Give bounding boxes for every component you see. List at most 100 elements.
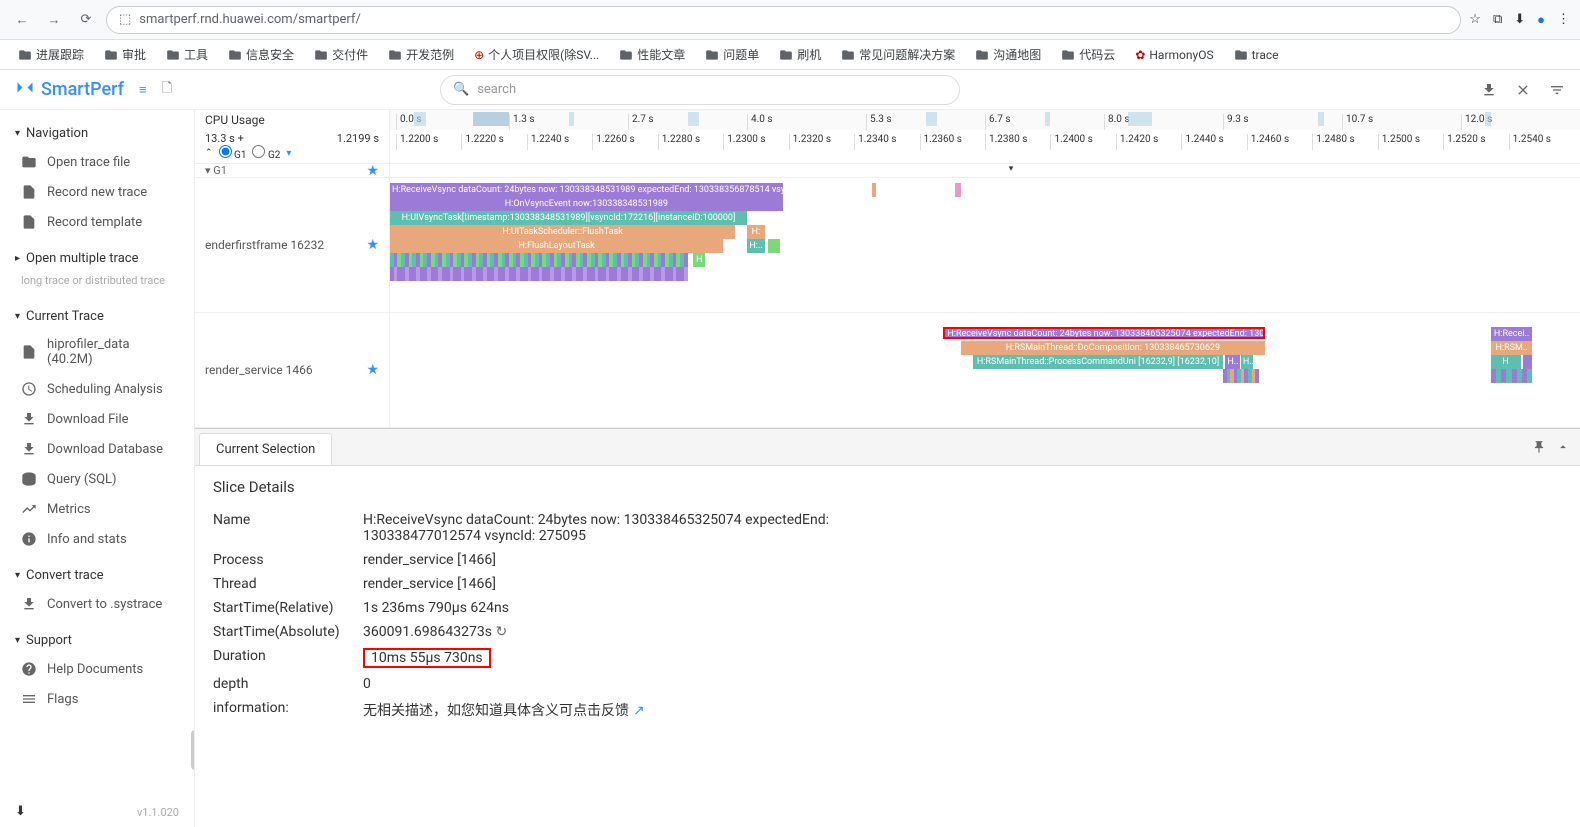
nav-download-db[interactable]: Download Database: [15, 434, 179, 464]
bookmark-item[interactable]: ⊕个人项目权限(除SV...: [466, 42, 607, 67]
bookmark-item[interactable]: 开发范例: [380, 42, 462, 67]
nav-section-convert[interactable]: Convert trace: [15, 562, 179, 589]
trace-slice[interactable]: H:Recei..: [1491, 327, 1533, 341]
filter-icon[interactable]: [1549, 82, 1565, 98]
trace-slice[interactable]: H:RSMainThread::ProcessCommandUni [16232…: [973, 355, 1223, 369]
site-info-icon[interactable]: ⬚: [119, 12, 131, 27]
trace-slice[interactable]: H:UIVsyncTask[timestamp:130338348531989]…: [390, 211, 747, 225]
trace-slice[interactable]: H:ReceiveVsync dataCount: 24bytes now: 1…: [390, 183, 783, 197]
trace-slice[interactable]: H..: [1225, 355, 1239, 369]
detail-startrel-key: StartTime(Relative): [213, 600, 363, 616]
bookmark-item[interactable]: 代码云: [1053, 42, 1123, 67]
url-text: smartperf.rnd.huawei.com/smartperf/: [139, 12, 361, 27]
bookmark-item[interactable]: 工具: [158, 42, 216, 67]
detail-startabs-val: 360091.698643273s ↻: [363, 624, 883, 640]
time-header[interactable]: 13.3 s +1.2199 s ⌃ G1 G2 ▾ 1.2200 s 1.22…: [195, 130, 1580, 164]
group-g1-row[interactable]: ▾ G1★ ▾: [195, 164, 1580, 178]
process-row-enderfirstframe[interactable]: enderfirstframe 16232★ H:ReceiveVsync da…: [195, 178, 1580, 313]
back-button[interactable]: ←: [10, 8, 34, 32]
download-icon[interactable]: [1481, 82, 1497, 98]
expand-icon[interactable]: [1556, 440, 1570, 454]
detail-startrel-val: 1s 236ms 790μs 624ns: [363, 600, 883, 616]
nav-section-current[interactable]: Current Trace: [15, 303, 179, 330]
address-bar[interactable]: ⬚ smartperf.rnd.huawei.com/smartperf/: [106, 6, 1461, 34]
search-input[interactable]: 🔍 search: [440, 75, 960, 105]
pin-icon[interactable]: [1532, 440, 1546, 454]
trace-slice[interactable]: [768, 239, 780, 253]
chevron-down-icon[interactable]: ▾: [286, 148, 291, 159]
bookmark-item[interactable]: 沟通地图: [967, 42, 1049, 67]
bookmark-item[interactable]: ✿HarmonyOS: [1127, 44, 1221, 66]
menu-toggle-icon[interactable]: ≡: [139, 82, 147, 98]
star-icon[interactable]: ★: [366, 163, 379, 179]
trace-slice[interactable]: H: [693, 253, 705, 267]
version-label: v1.1.020: [137, 806, 179, 819]
nav-record-template[interactable]: Record template: [15, 207, 179, 237]
profile-icon[interactable]: ●: [1537, 12, 1545, 28]
trace-slice[interactable]: H:RSMainThread::DoComposition: 130338465…: [961, 341, 1264, 355]
nav-help[interactable]: Help Documents: [15, 654, 179, 684]
trace-slice[interactable]: H:UITaskScheduler::FlushTask: [390, 225, 735, 239]
detail-startabs-key: StartTime(Absolute): [213, 624, 363, 640]
bookmark-item[interactable]: 进展跟踪: [10, 42, 92, 67]
detail-name-key: Name: [213, 512, 363, 544]
menu-icon[interactable]: ⋮: [1557, 12, 1570, 27]
nav-section-navigation[interactable]: Navigation: [15, 120, 179, 147]
bookmark-item[interactable]: 信息安全: [220, 42, 302, 67]
sidebar: Navigation Open trace file Record new tr…: [0, 110, 195, 827]
star-icon[interactable]: ☆: [1469, 12, 1481, 27]
new-page-icon[interactable]: 🗋: [162, 79, 172, 101]
close-icon[interactable]: [1515, 82, 1531, 98]
nav-download-file[interactable]: Download File: [15, 404, 179, 434]
trace-slice[interactable]: H..: [1241, 355, 1253, 369]
reload-button[interactable]: ⟳: [74, 8, 98, 32]
trace-slice-selected[interactable]: H:ReceiveVsync dataCount: 24bytes now: 1…: [943, 327, 1264, 339]
bookmark-item[interactable]: 常见问题解决方案: [833, 42, 963, 67]
forward-button[interactable]: →: [42, 8, 66, 32]
nav-scheduling[interactable]: Scheduling Analysis: [15, 374, 179, 404]
trace-slice[interactable]: [955, 183, 961, 197]
nav-section-multiple[interactable]: Open multiple trace: [15, 245, 179, 272]
radio-g2[interactable]: G2: [252, 145, 280, 161]
star-icon[interactable]: ★: [366, 362, 379, 378]
trace-slice[interactable]: H: [1491, 355, 1521, 369]
nav-section-support[interactable]: Support: [15, 627, 179, 654]
bookmark-item[interactable]: 问题单: [697, 42, 767, 67]
download-icon[interactable]: ⬇: [1514, 12, 1525, 27]
refresh-icon[interactable]: ↻: [495, 624, 507, 640]
app-logo[interactable]: SmartPerf: [15, 79, 124, 100]
detail-depth-key: depth: [213, 676, 363, 692]
search-icon: 🔍: [453, 82, 469, 97]
nav-metrics[interactable]: Metrics: [15, 494, 179, 524]
extension-icon[interactable]: ⧉: [1493, 12, 1502, 27]
nav-convert-systrace[interactable]: Convert to .systrace: [15, 589, 179, 619]
bookmark-item[interactable]: 审批: [96, 42, 154, 67]
nav-open-trace[interactable]: Open trace file: [15, 147, 179, 177]
star-icon[interactable]: ★: [366, 237, 379, 253]
detail-name-val: H:ReceiveVsync dataCount: 24bytes now: 1…: [363, 512, 883, 544]
nav-record-new[interactable]: Record new trace: [15, 177, 179, 207]
nav-info[interactable]: Info and stats: [15, 524, 179, 554]
bookmark-item[interactable]: trace: [1226, 44, 1287, 66]
process-row-renderservice[interactable]: render_service 1466★ H:ReceiveVsync data…: [195, 313, 1580, 428]
trace-slice[interactable]: H:FlushLayoutTask: [390, 239, 723, 253]
trace-slice[interactable]: H:OnVsyncEvent now:130338348531989: [390, 197, 783, 211]
timeline-overview[interactable]: CPU Usage 0.0 s 1.3 s 2.7 s 4.0 s 5.3 s …: [195, 110, 1580, 130]
bookmark-item[interactable]: 刷机: [771, 42, 829, 67]
nav-query[interactable]: Query (SQL): [15, 464, 179, 494]
detail-process-val: render_service [1466]: [363, 552, 883, 568]
trace-slice[interactable]: [872, 183, 876, 197]
trace-slice[interactable]: H:: [747, 225, 765, 239]
bookmark-item[interactable]: 性能文章: [611, 42, 693, 67]
external-link-icon[interactable]: ↗: [633, 703, 645, 719]
nav-flags[interactable]: Flags: [15, 684, 179, 714]
install-icon[interactable]: ⬇: [15, 804, 26, 819]
detail-duration-key: Duration: [213, 648, 363, 668]
trace-slice[interactable]: H:..: [747, 239, 765, 253]
bookmark-item[interactable]: 交付件: [306, 42, 376, 67]
nav-hiprofiler[interactable]: hiprofiler_data (40.2M): [15, 330, 179, 374]
tab-current-selection[interactable]: Current Selection: [199, 433, 332, 465]
trace-slice[interactable]: H:RSM..: [1491, 341, 1533, 355]
radio-g1[interactable]: G1: [219, 145, 247, 161]
trace-slice[interactable]: [1523, 355, 1533, 369]
